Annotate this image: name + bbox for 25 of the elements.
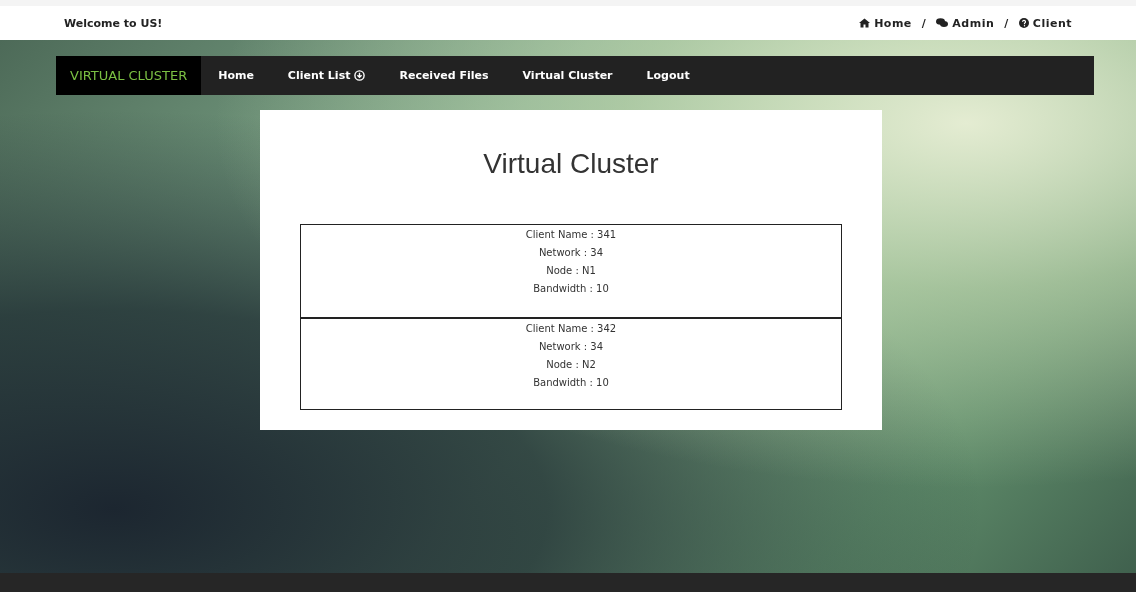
- record-field: Bandwidth : 10: [533, 283, 609, 294]
- nav-link[interactable]: Client List: [270, 56, 383, 95]
- separator-text: /: [921, 16, 927, 30]
- breadcrumb-link[interactable]: Admin: [936, 16, 995, 30]
- nav-link[interactable]: Home: [201, 56, 271, 95]
- help-icon: [1018, 18, 1029, 28]
- record-field: Client Name : 342: [525, 323, 617, 334]
- home-icon: [859, 18, 871, 28]
- record-field: Node : N2: [546, 359, 596, 370]
- chat-icon: [936, 18, 949, 28]
- nav-link[interactable]: Logout: [629, 56, 707, 95]
- record-field: Client Name : 341: [525, 229, 617, 240]
- breadcrumb-link[interactable]: Client: [1018, 16, 1072, 30]
- record-field: Node : N1: [546, 265, 596, 276]
- nav-link[interactable]: Virtual Cluster: [505, 56, 630, 95]
- page-title: Virtual Cluster: [483, 148, 659, 180]
- dropdown-icon: [354, 70, 366, 81]
- nav-link[interactable]: Received Files: [382, 56, 506, 95]
- record-field: Bandwidth : 10: [533, 377, 609, 388]
- record-field: Network : 34: [538, 247, 604, 258]
- brand-link[interactable]: VIRTUAL CLUSTER: [56, 56, 202, 95]
- breadcrumb-link[interactable]: Home: [859, 16, 912, 30]
- record-field: Network : 34: [538, 341, 604, 352]
- separator-text: /: [1004, 16, 1009, 30]
- welcome-text: Welcome to US!: [64, 16, 163, 30]
